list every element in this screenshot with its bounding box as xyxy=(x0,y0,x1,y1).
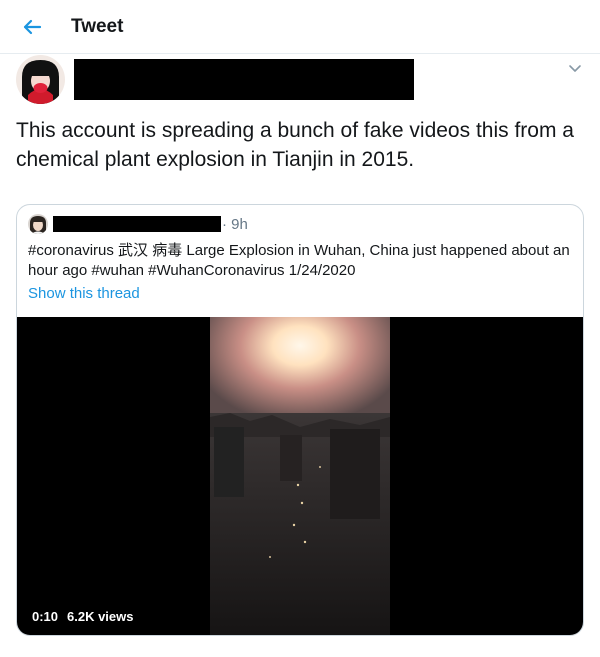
quoted-avatar xyxy=(28,214,48,234)
header-bar: Tweet xyxy=(0,0,600,54)
video-frame xyxy=(210,317,390,635)
user-name-redacted xyxy=(74,59,414,100)
quoted-timestamp: · 9h xyxy=(222,216,248,233)
chevron-down-icon[interactable] xyxy=(566,60,584,76)
page-title: Tweet xyxy=(71,16,124,37)
avatar[interactable] xyxy=(16,55,65,104)
show-thread-link[interactable]: Show this thread xyxy=(28,285,140,302)
video-duration-badge: 0:10 xyxy=(27,606,64,628)
quoted-tweet-text: #coronavirus 武汉 病毒 Large Explosion in Wu… xyxy=(28,242,570,279)
quoted-user-name-redacted xyxy=(53,216,221,232)
quoted-tweet-card[interactable]: · 9h #coronavirus 武汉 病毒 Large Explosion … xyxy=(16,204,584,636)
video-player[interactable]: 0:10 6.2K views xyxy=(17,317,583,635)
back-arrow-icon[interactable] xyxy=(18,13,46,41)
tweet-text: This account is spreading a bunch of fak… xyxy=(16,119,574,171)
video-views-badge: 6.2K views xyxy=(62,606,139,628)
